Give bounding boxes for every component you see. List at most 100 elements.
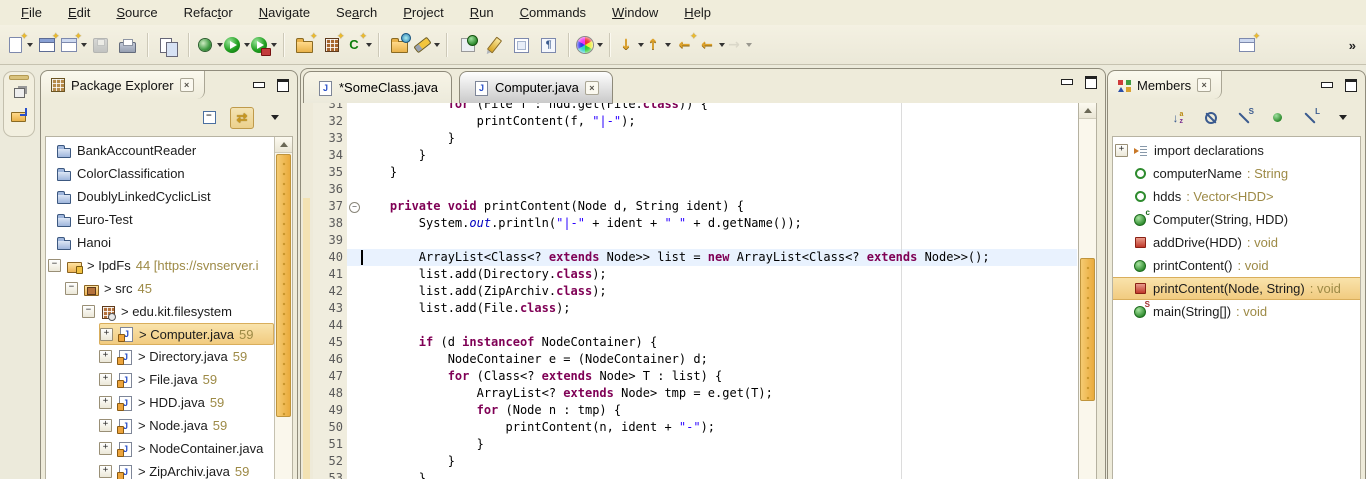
- editor-scrollbar[interactable]: [1078, 103, 1097, 479]
- tree-item-ipdfs[interactable]: −> IpdFs44 [https://svnserver.i: [48, 254, 274, 277]
- line-number[interactable]: 35: [313, 164, 343, 181]
- close-tab-icon[interactable]: ×: [585, 81, 599, 95]
- new-button[interactable]: ✦: [6, 32, 33, 58]
- link-with-editor-button[interactable]: ⇄: [230, 107, 254, 129]
- line-number[interactable]: 34: [313, 147, 343, 164]
- line-number[interactable]: 37: [313, 198, 343, 215]
- tree-item-file-java[interactable]: +> File.java59: [99, 368, 274, 391]
- code-line[interactable]: if (d instanceof NodeContainer) {: [361, 334, 990, 351]
- dropdown-chevron-icon[interactable]: [597, 43, 603, 47]
- code-line[interactable]: [361, 317, 990, 334]
- menu-help[interactable]: Help: [671, 2, 724, 23]
- menu-search[interactable]: Search: [323, 2, 390, 23]
- tab-package-explorer[interactable]: Package Explorer ×: [41, 71, 205, 99]
- tree-expander-icon[interactable]: +: [99, 396, 112, 409]
- open-element-button[interactable]: [155, 32, 182, 58]
- line-number[interactable]: 51: [313, 436, 343, 453]
- code-line[interactable]: ArrayList<? extends Node> tmp = e.get(T)…: [361, 385, 990, 402]
- menu-run[interactable]: Run: [457, 2, 507, 23]
- member-item-computername[interactable]: computerName : String: [1113, 162, 1360, 185]
- scrollbar-thumb[interactable]: [1080, 258, 1095, 401]
- tab-members[interactable]: Members ×: [1108, 71, 1222, 99]
- line-number[interactable]: 32: [313, 113, 343, 130]
- tree-item-directory-java[interactable]: +> Directory.java59: [99, 345, 274, 368]
- dropdown-chevron-icon[interactable]: [434, 43, 440, 47]
- tree-expander-icon[interactable]: +: [99, 442, 112, 455]
- minimize-button[interactable]: [1321, 82, 1333, 88]
- code-line[interactable]: list.add(Directory.class);: [361, 266, 990, 283]
- tree-item-src[interactable]: −> src45: [65, 277, 274, 300]
- code-line[interactable]: }: [361, 470, 990, 479]
- close-view-icon[interactable]: ×: [1197, 78, 1211, 92]
- view-menu-button[interactable]: [1331, 107, 1355, 129]
- run-external-tools-button[interactable]: [250, 32, 277, 58]
- code-line[interactable]: }: [361, 436, 990, 453]
- code-line[interactable]: printContent(f, "|-");: [361, 113, 990, 130]
- annotation-ruler[interactable]: [301, 103, 313, 479]
- maximize-button[interactable]: [1345, 79, 1357, 92]
- member-item-main-string[interactable]: Smain(String[]) : void: [1113, 300, 1360, 323]
- member-item-printcontent[interactable]: printContent() : void: [1113, 254, 1360, 277]
- tree-item-doublylinkedcycliclist[interactable]: DoublyLinkedCyclicList: [48, 185, 274, 208]
- coverage-button[interactable]: [454, 32, 481, 58]
- tree-item-hanoi[interactable]: Hanoi: [48, 231, 274, 254]
- line-number[interactable]: 48: [313, 385, 343, 402]
- scroll-up-icon[interactable]: [275, 137, 292, 153]
- fast-view-open-button[interactable]: [7, 104, 31, 126]
- dropdown-chevron-icon[interactable]: [366, 43, 372, 47]
- editor-tab-someclass-java[interactable]: *SomeClass.java: [303, 71, 452, 103]
- mark-occurrences-button[interactable]: [508, 32, 535, 58]
- member-item-computer-string-hdd[interactable]: cComputer(String, HDD): [1113, 208, 1360, 231]
- menu-refactor[interactable]: Refactor: [171, 2, 246, 23]
- collapse-all-button[interactable]: −: [197, 107, 221, 129]
- editor-tab-computer-java[interactable]: Computer.java×: [459, 71, 613, 103]
- line-number[interactable]: 36: [313, 181, 343, 198]
- new-view-button[interactable]: ✦: [60, 32, 87, 58]
- new-java-project-button[interactable]: ✦: [291, 32, 318, 58]
- code-line[interactable]: [361, 232, 990, 249]
- code-line[interactable]: }: [361, 453, 990, 470]
- new-class-button[interactable]: C✦: [345, 32, 372, 58]
- line-number[interactable]: 52: [313, 453, 343, 470]
- menu-project[interactable]: Project: [390, 2, 456, 23]
- tree-expander-icon[interactable]: +: [99, 419, 112, 432]
- tree-expander-icon[interactable]: −: [82, 305, 95, 318]
- line-number[interactable]: 33: [313, 130, 343, 147]
- tree-item-node-java[interactable]: +> Node.java59: [99, 414, 274, 437]
- restore-view-button[interactable]: [7, 82, 31, 104]
- hide-local-types-button[interactable]: L: [1298, 107, 1322, 129]
- tree-item-bankaccountreader[interactable]: BankAccountReader: [48, 139, 274, 162]
- line-number[interactable]: 49: [313, 402, 343, 419]
- tree-expander-icon[interactable]: −: [48, 259, 61, 272]
- line-number[interactable]: 45: [313, 334, 343, 351]
- maximize-button[interactable]: [277, 79, 289, 92]
- tree-expander-icon[interactable]: +: [99, 465, 112, 478]
- menu-commands[interactable]: Commands: [507, 2, 599, 23]
- new-window-button[interactable]: ✦: [33, 32, 60, 58]
- tree-expander-icon[interactable]: −: [65, 282, 78, 295]
- code-line[interactable]: System.out.println("|-" + ident + " " + …: [361, 215, 990, 232]
- tree-expander-icon[interactable]: +: [99, 350, 112, 363]
- menu-file[interactable]: File: [8, 2, 55, 23]
- code-line[interactable]: list.add(File.class);: [361, 300, 990, 317]
- tree-expander-icon[interactable]: +: [99, 373, 112, 386]
- tree-expander-icon[interactable]: +: [100, 328, 113, 341]
- code-line[interactable]: private void printContent(Node d, String…: [361, 198, 990, 215]
- tree-item-ziparchiv-java[interactable]: +> ZipArchiv.java59: [99, 460, 274, 479]
- line-number[interactable]: 40: [313, 249, 343, 266]
- code-line[interactable]: NodeContainer e = (NodeContainer) d;: [361, 351, 990, 368]
- hide-non-public-button[interactable]: [1265, 107, 1289, 129]
- tree-item-edu-kit-filesystem[interactable]: −> edu.kit.filesystem: [82, 300, 274, 323]
- toolbar-overflow-chevron[interactable]: »: [1349, 38, 1356, 53]
- menu-source[interactable]: Source: [103, 2, 170, 23]
- tree-item-colorclassification[interactable]: ColorClassification: [48, 162, 274, 185]
- last-edit-location-button[interactable]: ←✦: [671, 32, 698, 58]
- tree-item-euro-test[interactable]: Euro-Test: [48, 208, 274, 231]
- code-line[interactable]: }: [361, 130, 990, 147]
- menu-window[interactable]: Window: [599, 2, 671, 23]
- line-number[interactable]: 38: [313, 215, 343, 232]
- minimize-button[interactable]: [253, 82, 265, 88]
- sort-button[interactable]: ↓az: [1166, 107, 1190, 129]
- previous-annotation-button[interactable]: ↑: [644, 32, 671, 58]
- dropdown-chevron-icon[interactable]: [271, 43, 277, 47]
